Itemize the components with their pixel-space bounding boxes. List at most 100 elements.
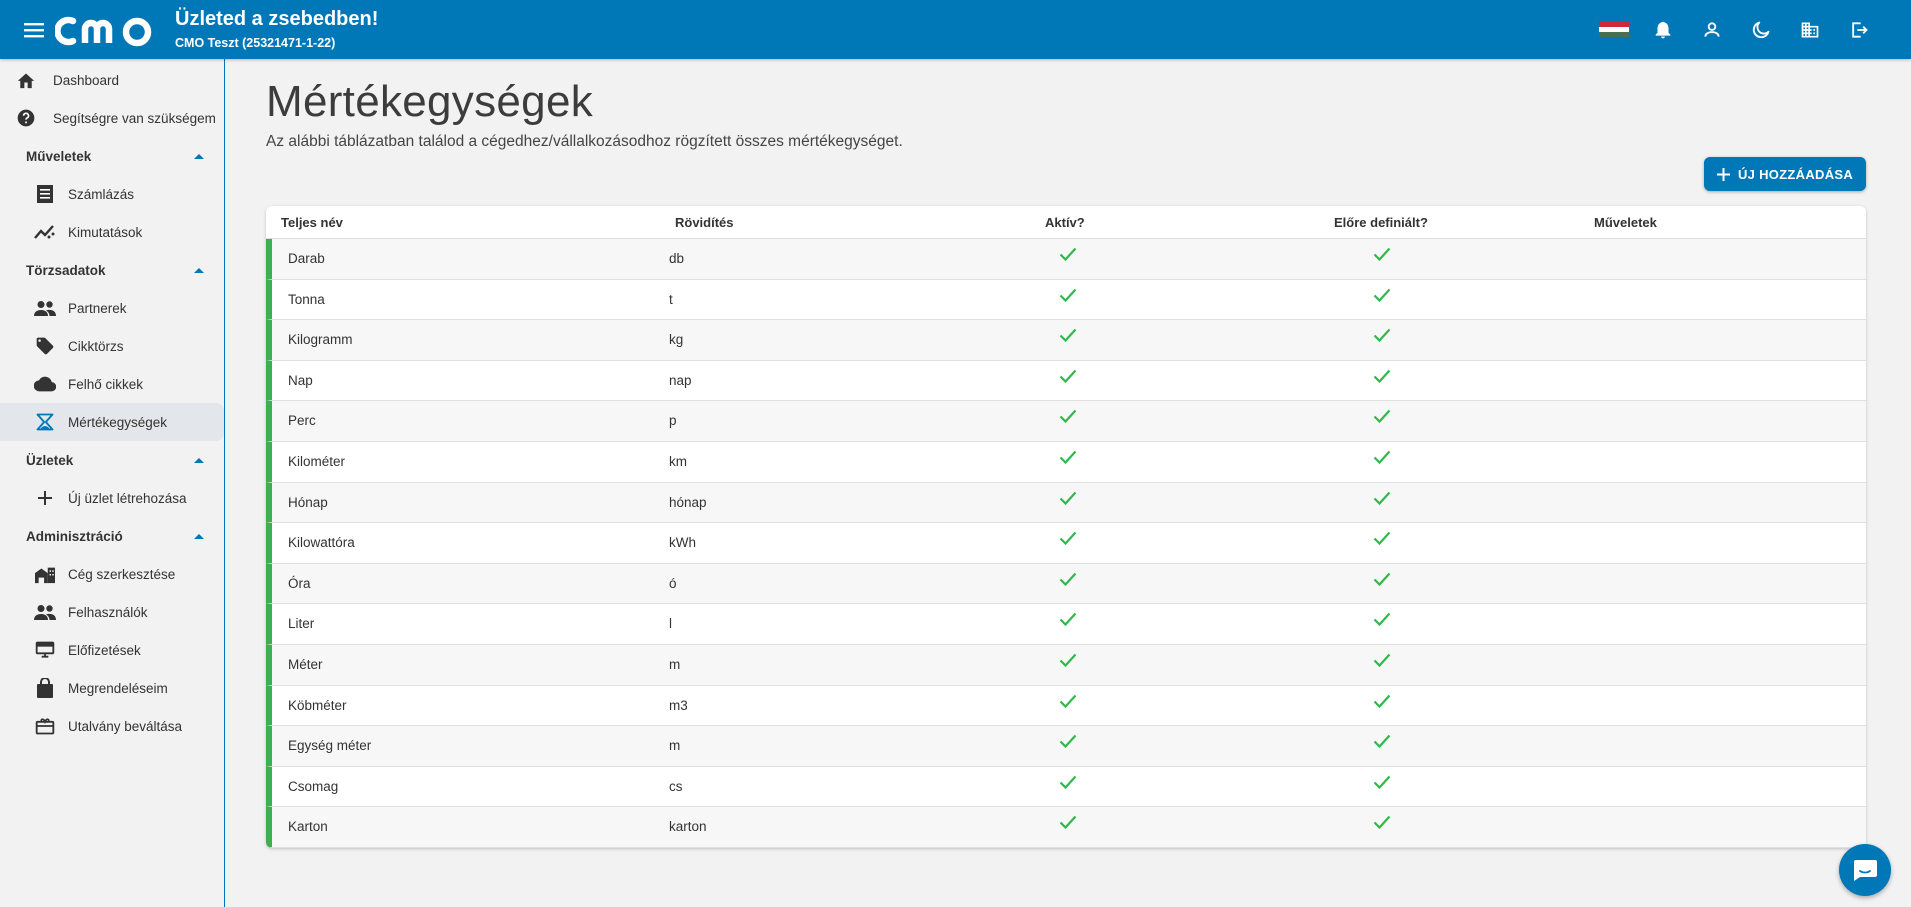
cell-name: Kilogramm [288,332,353,348]
sidebar-item-utalvany[interactable]: Utalvány beváltása [0,707,224,745]
cell-abbr: kg [669,332,684,348]
tag-icon [33,334,57,358]
company-edit-icon [33,562,57,586]
cell-name: Kilowattóra [288,535,355,551]
cloud-icon [33,372,57,396]
scale-icon [33,410,57,434]
cell-name: Perc [288,413,316,429]
cell-abbr: l [669,616,672,632]
table-row[interactable]: Csomag cs [266,766,1866,808]
sidebar-item-label: Dashboard [53,72,120,88]
cell-abbr: db [669,251,685,266]
sidebar-item-cikktorzs[interactable]: Cikktörzs [0,327,224,365]
check-icon [1059,572,1077,589]
cell-name: Darab [288,251,325,266]
table-row[interactable]: Kilométer km [266,441,1866,483]
cell-name: Óra [288,575,311,591]
column-header-abbr[interactable]: Rövidítés [675,215,734,230]
section-title: Üzletek [26,452,74,468]
app-slogan: Üzleted a zsebedben! [175,8,379,30]
table-row[interactable]: Hónap hónap [266,482,1866,524]
shopping-bag-icon [33,676,57,700]
table-row[interactable]: Kilogramm kg [266,320,1866,361]
bell-icon[interactable] [1646,13,1679,46]
check-icon [1373,491,1391,508]
sidebar-item-elofizetesek[interactable]: Előfizetések [0,631,224,669]
check-icon [1373,572,1391,589]
cell-abbr: m [669,738,681,754]
sidebar-section-adminisztracio[interactable]: Adminisztráció [0,517,224,555]
sidebar-item-partnerek[interactable]: Partnerek [0,289,224,327]
check-icon [1059,369,1077,386]
check-icon [1059,775,1077,792]
cell-name: Hónap [288,494,328,510]
check-icon [1059,409,1077,426]
add-new-button[interactable]: ÚJ HOZZÁADÁSA [1704,157,1866,191]
check-icon [1373,653,1391,670]
check-icon [1373,531,1391,548]
table-row[interactable]: Egység méter m [266,726,1866,767]
sidebar-item-uj-uzlet[interactable]: Új üzlet létrehozása [0,479,224,517]
sidebar-section-muveletek[interactable]: Műveletek [0,137,224,175]
sidebar-item-dashboard[interactable]: Dashboard [0,61,224,99]
plus-icon [1716,167,1730,181]
sidebar-item-label: Mértékegységek [68,414,168,430]
table-body: Darab db Tonna t Kilogramm kg Nap nap Perc p Kilom… [266,239,1866,848]
table-row[interactable]: Kilowattóra kWh [266,523,1866,564]
column-header-predefined[interactable]: Előre definiált? [1334,215,1428,230]
sidebar-item-megrendeleseim[interactable]: Megrendeléseim [0,669,224,707]
check-icon [1373,450,1391,467]
sidebar-section-uzletek[interactable]: Üzletek [0,441,224,479]
table-row[interactable]: Perc p [266,401,1866,442]
table-row[interactable]: Tonna t [266,279,1866,321]
sidebar-item-label: Előfizetések [68,642,141,658]
sidebar-item-kimutatasok[interactable]: Kimutatások [0,213,224,251]
table-row[interactable]: Köbméter m3 [266,685,1866,727]
check-icon [1059,491,1077,508]
column-header-active[interactable]: Aktív? [1045,215,1085,230]
check-icon [1059,247,1077,264]
sidebar-item-szamlazas[interactable]: Számlázás [0,175,224,213]
units-table: Teljes név Rövidítés Aktív? Előre defini… [266,206,1866,848]
sidebar-item-felhasznalok[interactable]: Felhasználók [0,593,224,631]
chevron-up-icon [194,533,204,539]
logout-icon[interactable] [1842,13,1875,46]
check-icon [1373,328,1391,345]
help-icon [14,106,38,130]
table-row[interactable]: Karton karton [266,807,1866,848]
page-description: Az alábbi táblázatban találod a cégedhez… [266,133,903,150]
chat-icon[interactable] [1839,844,1891,896]
cell-abbr: km [669,453,687,469]
table-row[interactable]: Darab db [266,239,1866,280]
menu-icon[interactable] [17,13,51,47]
table-row[interactable]: Nap nap [266,360,1866,402]
cell-name: Kilométer [288,453,346,469]
company-icon[interactable] [1793,13,1826,46]
cmo-logo[interactable] [55,13,163,47]
sidebar-section-torzsadatok[interactable]: Törzsadatok [0,251,224,289]
plus-icon [33,486,57,510]
dark-mode-icon[interactable] [1744,13,1777,46]
cell-abbr: kWh [669,535,696,551]
people-icon [33,296,57,320]
check-icon [1373,409,1391,426]
table-row[interactable]: Liter l [266,604,1866,645]
check-icon [1373,369,1391,386]
cell-abbr: cs [669,778,683,794]
check-icon [1373,288,1391,305]
sidebar-item-mertekegysegek[interactable]: Mértékegységek [0,403,224,441]
chevron-up-icon [194,153,204,159]
table-row[interactable]: Óra ó [266,563,1866,605]
sidebar-item-ceg-szerkesztese[interactable]: Cég szerkesztése [0,555,224,593]
hungarian-flag-icon[interactable] [1597,13,1630,46]
column-header-name[interactable]: Teljes név [281,215,343,230]
check-icon [1373,247,1391,264]
cell-name: Csomag [288,778,339,794]
table-row[interactable]: Méter m [266,644,1866,686]
check-icon [1373,612,1391,629]
sidebar-item-help[interactable]: Segítségre van szükségem [0,99,224,137]
header-actions [1597,0,1875,59]
sidebar-item-felho-cikkek[interactable]: Felhő cikkek [0,365,224,403]
people-icon [33,600,57,624]
user-icon[interactable] [1695,13,1728,46]
